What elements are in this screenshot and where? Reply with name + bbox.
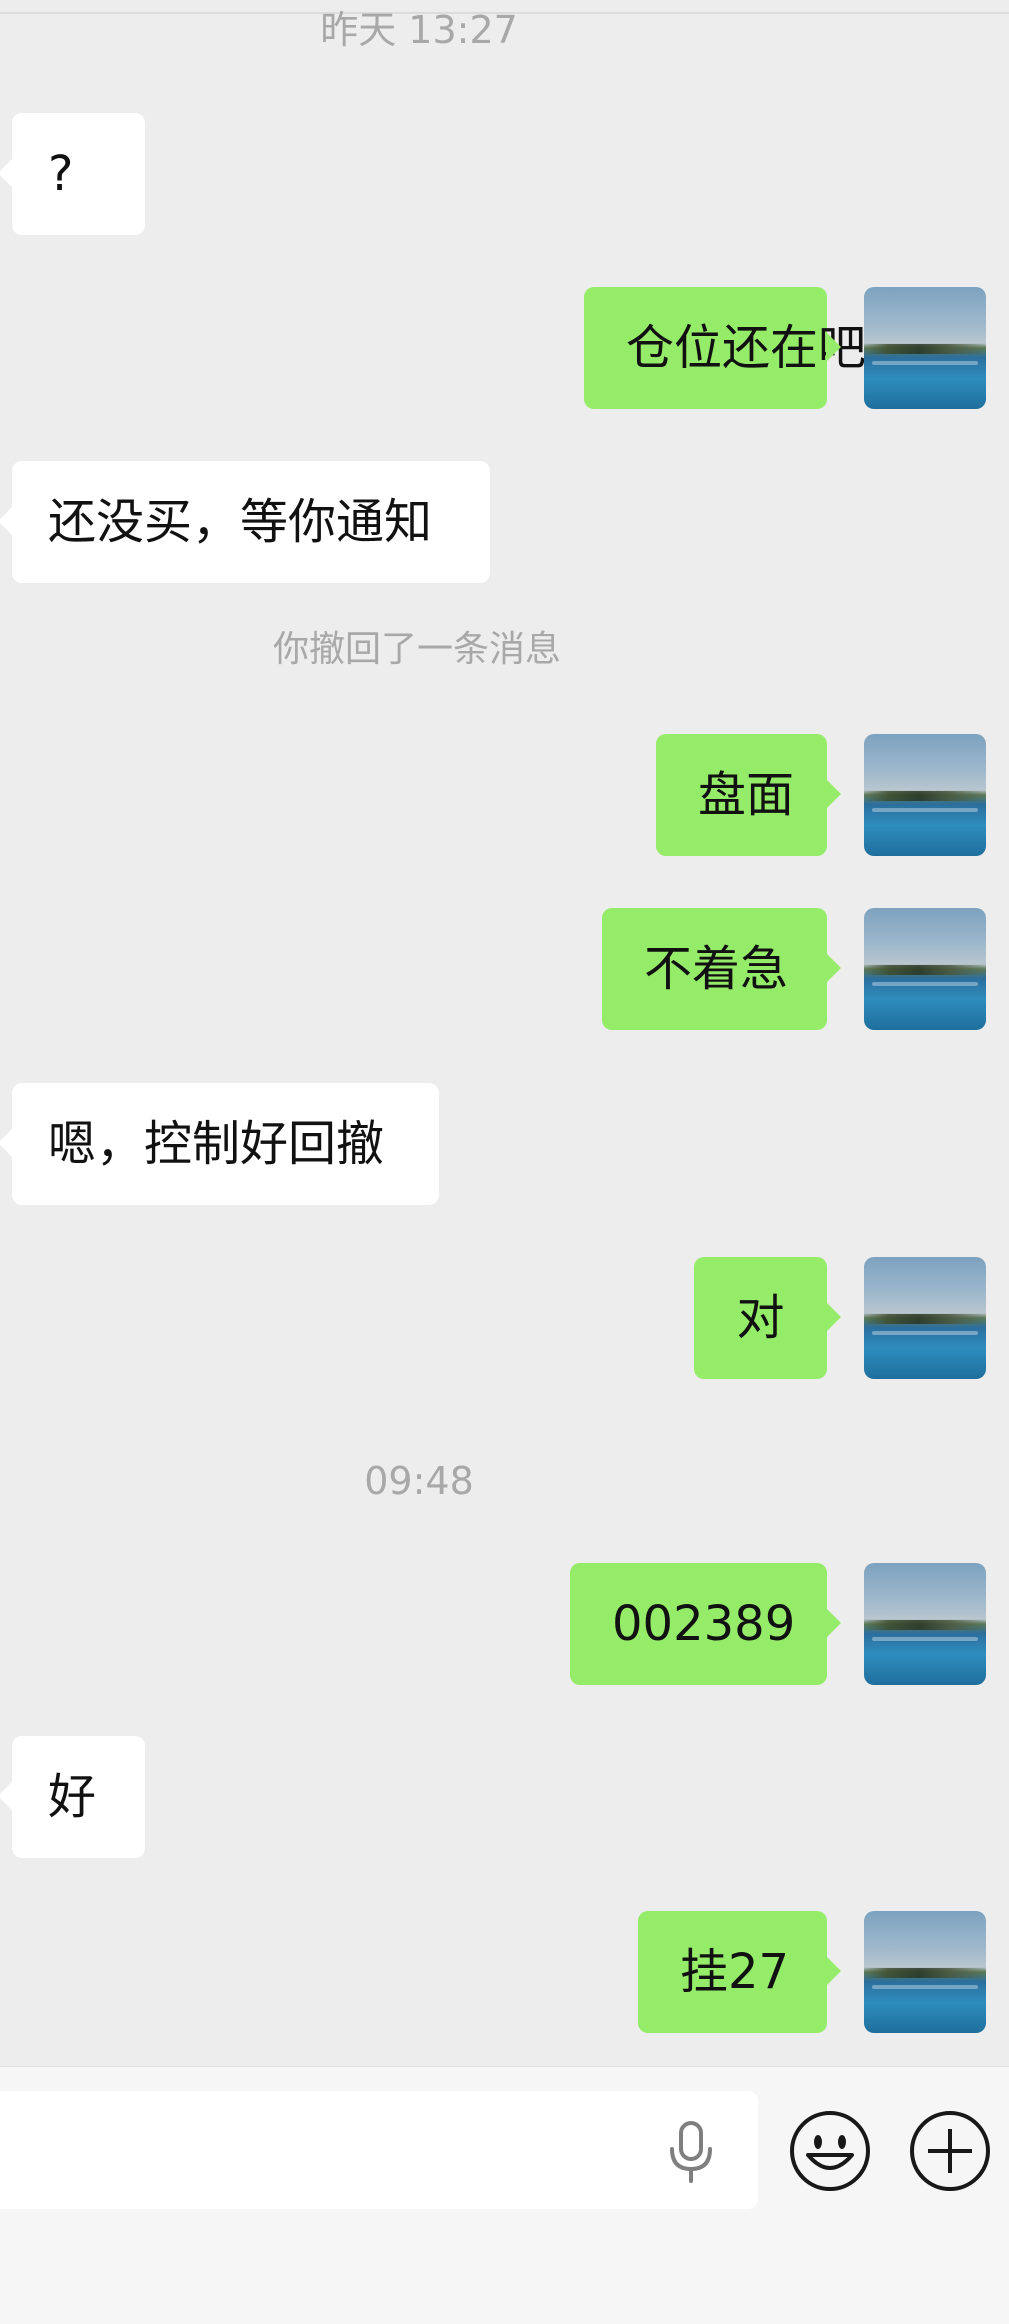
message-received[interactable]: 好 (0, 1736, 145, 1858)
message-sent[interactable]: 不着急 (602, 908, 841, 1030)
recall-notice: 你撤回了一条消息 (272, 629, 561, 670)
user-avatar[interactable] (864, 908, 986, 1030)
message-sent[interactable]: 对 (694, 1257, 841, 1379)
user-avatar[interactable] (864, 1563, 986, 1685)
chat-area[interactable]: 昨天 13:27 ? 仓位还在吧 还没买，等你通知 你撤回了一条消息 盘面 不着… (0, 0, 1009, 2066)
timestamp: 09:48 (364, 1459, 474, 1503)
message-sent[interactable]: 盘面 (656, 734, 841, 856)
message-received[interactable]: 嗯，控制好回撤 (0, 1083, 439, 1205)
message-received[interactable]: 还没买，等你通知 (0, 461, 490, 583)
user-avatar[interactable] (864, 1911, 986, 2033)
message-input[interactable] (0, 2091, 758, 2209)
emoji-icon[interactable] (788, 2109, 872, 2193)
message-sent[interactable]: 挂27 (638, 1911, 841, 2033)
input-bar (0, 2066, 1009, 2324)
microphone-icon[interactable] (664, 2119, 718, 2183)
user-avatar[interactable] (864, 1257, 986, 1379)
timestamp: 昨天 13:27 (320, 8, 518, 52)
user-avatar[interactable] (864, 287, 986, 409)
message-received[interactable]: ? (0, 113, 145, 235)
plus-icon[interactable] (908, 2109, 992, 2193)
user-avatar[interactable] (864, 734, 986, 856)
message-sent[interactable]: 仓位还在吧 (584, 287, 866, 409)
message-sent[interactable]: 002389 (570, 1563, 841, 1685)
